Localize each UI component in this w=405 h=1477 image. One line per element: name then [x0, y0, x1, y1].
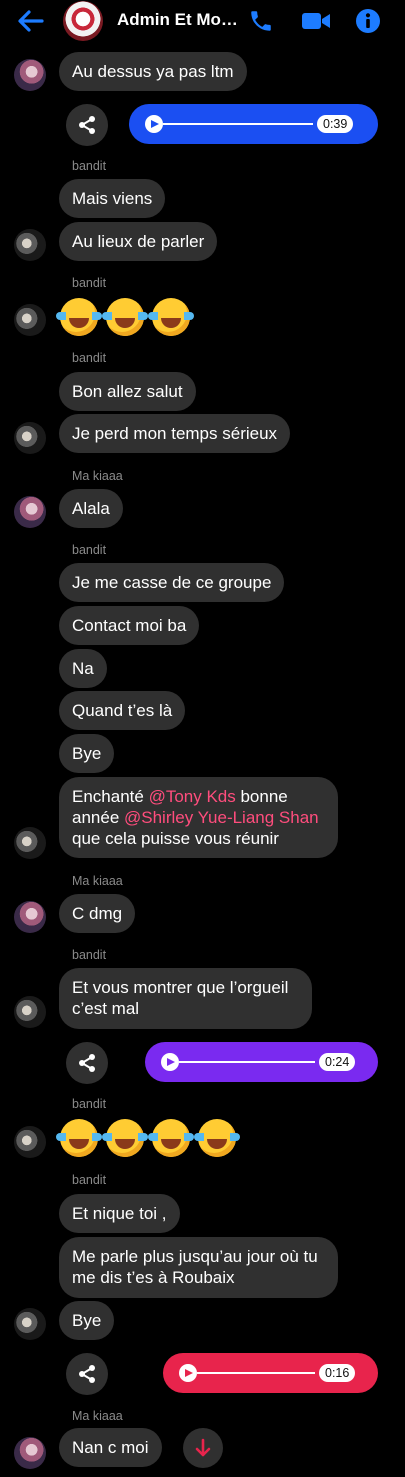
sender-name: bandit — [72, 543, 107, 557]
joy-emoji — [102, 298, 148, 336]
avatar[interactable] — [14, 229, 46, 261]
sender-name: bandit — [72, 1173, 107, 1187]
message-bubble[interactable]: Je perd mon temps sérieux — [59, 414, 291, 453]
sender-name: bandit — [72, 276, 107, 290]
sender-name: Ma kiaaa — [72, 469, 123, 483]
avatar[interactable] — [14, 1308, 46, 1340]
joy-emoji — [102, 1119, 148, 1157]
joy-emoji — [56, 298, 102, 336]
chat-title[interactable]: Admin Et Mo… — [117, 10, 238, 30]
joy-emoji — [56, 1119, 102, 1157]
message-bubble[interactable]: Et vous montrer que l’orgueil c’est mal — [59, 968, 312, 1029]
message-bubble[interactable]: Quand t’es là — [59, 691, 186, 730]
sender-name: bandit — [72, 1097, 107, 1111]
sender-name: bandit — [72, 351, 107, 365]
share-button[interactable] — [66, 1353, 108, 1395]
message-text: que cela puisse vous réunir — [72, 829, 279, 848]
joy-emoji — [194, 1119, 240, 1157]
play-icon[interactable] — [179, 1364, 197, 1382]
audio-duration: 0:39 — [317, 115, 354, 133]
chat-header: Admin Et Mo… — [0, 0, 405, 42]
message-bubble[interactable]: Contact moi ba — [59, 606, 200, 645]
message-bubble[interactable]: Enchanté @Tony Kds bonne année @Shirley … — [59, 777, 338, 858]
avatar[interactable] — [14, 901, 46, 933]
audio-message[interactable]: 0:24 — [145, 1042, 378, 1082]
message-bubble[interactable]: Bye — [59, 734, 115, 773]
sender-name: bandit — [72, 159, 107, 173]
audio-message[interactable]: 0:39 — [129, 104, 378, 144]
avatar[interactable] — [14, 304, 46, 336]
message-bubble[interactable]: Mais viens — [59, 179, 166, 218]
message-bubble[interactable]: Bon allez salut — [59, 372, 196, 411]
sender-name: bandit — [72, 948, 107, 962]
sender-name: Ma kiaaa — [72, 874, 123, 888]
message-bubble[interactable]: Me parle plus jusqu’au jour où tu me dis… — [59, 1237, 338, 1298]
message-bubble[interactable]: Au dessus ya pas ltm — [59, 52, 247, 91]
info-icon[interactable] — [355, 8, 381, 34]
message-text: Enchanté — [72, 787, 149, 806]
joy-emoji — [148, 298, 194, 336]
audio-track[interactable] — [163, 123, 313, 125]
scroll-to-bottom-button[interactable] — [183, 1428, 223, 1468]
share-button[interactable] — [66, 1042, 108, 1084]
share-icon — [79, 1365, 95, 1383]
message-bubble[interactable]: Na — [59, 649, 107, 688]
group-avatar[interactable] — [63, 1, 103, 41]
message-bubble[interactable]: Je me casse de ce groupe — [59, 563, 285, 602]
avatar[interactable] — [14, 1437, 46, 1469]
audio-duration: 0:24 — [319, 1053, 356, 1071]
video-icon[interactable] — [300, 9, 332, 33]
arrow-down-icon — [195, 1438, 211, 1457]
avatar[interactable] — [14, 496, 46, 528]
phone-icon[interactable] — [248, 8, 274, 34]
joy-emoji — [148, 1119, 194, 1157]
share-icon — [79, 116, 95, 134]
audio-duration: 0:16 — [319, 1364, 356, 1382]
message-bubble[interactable]: C dmg — [59, 894, 136, 933]
play-icon[interactable] — [161, 1053, 179, 1071]
avatar[interactable] — [14, 1126, 46, 1158]
avatar[interactable] — [14, 59, 46, 91]
message-bubble[interactable]: Au lieux de parler — [59, 222, 218, 261]
share-button[interactable] — [66, 104, 108, 146]
play-icon[interactable] — [145, 115, 163, 133]
message-bubble[interactable]: Bye — [59, 1301, 115, 1340]
sender-name: Ma kiaaa — [72, 1409, 123, 1423]
audio-message[interactable]: 0:16 — [163, 1353, 378, 1393]
back-arrow-icon[interactable] — [16, 9, 44, 33]
message-bubble[interactable]: Nan c moi — [59, 1428, 162, 1467]
audio-track[interactable] — [197, 1372, 315, 1374]
avatar[interactable] — [14, 422, 46, 454]
avatar[interactable] — [14, 996, 46, 1028]
mention-link[interactable]: @Shirley Yue-Liang Shan — [124, 808, 319, 827]
avatar[interactable] — [14, 827, 46, 859]
message-bubble[interactable]: Et nique toi , — [59, 1194, 180, 1233]
mention-link[interactable]: @Tony Kds — [149, 787, 236, 806]
share-icon — [79, 1054, 95, 1072]
audio-track[interactable] — [179, 1061, 315, 1063]
message-bubble[interactable]: Alala — [59, 489, 123, 528]
